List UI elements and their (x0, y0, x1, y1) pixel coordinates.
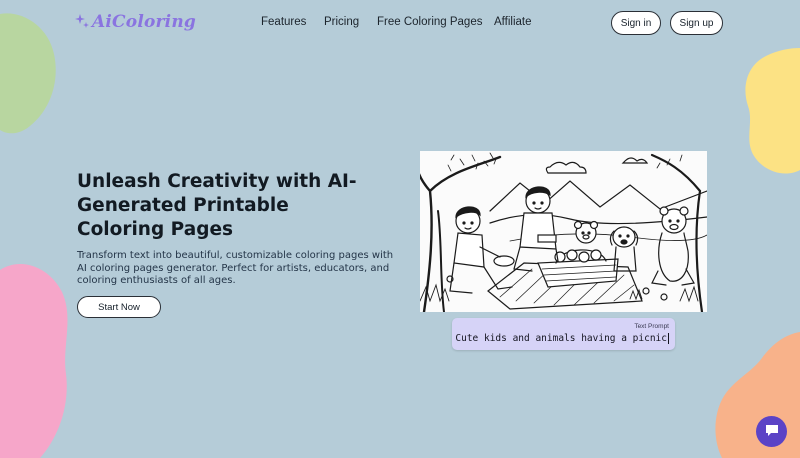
text-prompt-box[interactable]: Text Prompt Cute kids and animals having… (452, 318, 675, 350)
chat-bubble-icon (764, 422, 780, 442)
pink-blob (0, 262, 72, 458)
sign-up-button[interactable]: Sign up (670, 11, 723, 35)
yellow-blob (740, 48, 800, 178)
sign-in-button[interactable]: Sign in (611, 11, 661, 35)
orange-blob (710, 332, 800, 458)
nav-features[interactable]: Features (261, 16, 306, 28)
chat-button[interactable] (756, 416, 787, 447)
hero-subtitle: Transform text into beautiful, customiza… (77, 250, 394, 286)
prompt-input-value[interactable]: Cute kids and animals having a picnic (455, 333, 669, 344)
hero-title: Unleash Creativity with AI-Generated Pri… (77, 171, 357, 240)
prompt-label: Text Prompt (634, 323, 669, 330)
nav-affiliate[interactable]: Affiliate (494, 16, 532, 28)
nav-pricing[interactable]: Pricing (324, 16, 359, 28)
coloring-page-illustration (420, 151, 707, 312)
nav-free-coloring-pages[interactable]: Free Coloring Pages (377, 16, 482, 28)
start-now-button[interactable]: Start Now (77, 296, 161, 318)
